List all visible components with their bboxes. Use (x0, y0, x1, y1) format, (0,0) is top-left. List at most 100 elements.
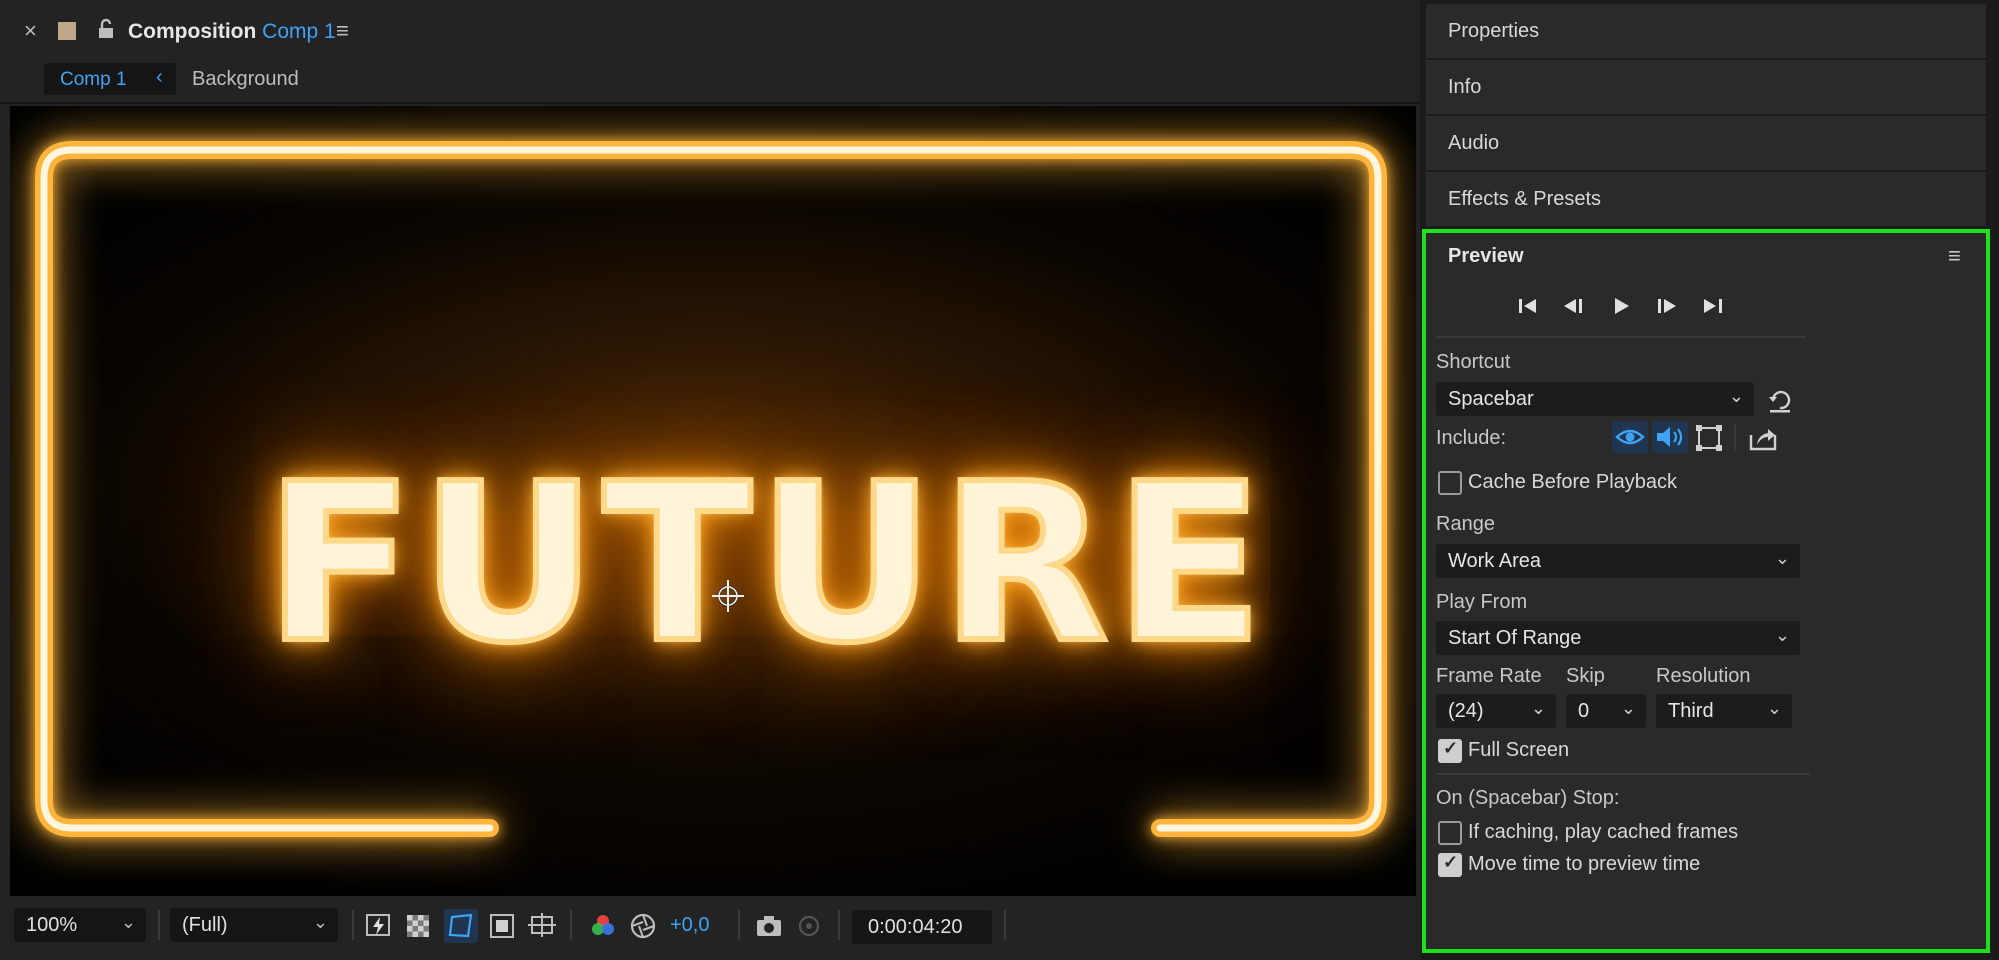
play-from-dropdown[interactable]: Start Of Range ⌄ (1436, 621, 1800, 655)
skip-dropdown[interactable]: 0 ⌄ (1566, 694, 1646, 728)
full-screen-checkbox[interactable]: ✓ (1438, 738, 1462, 763)
last-frame-icon[interactable] (1698, 293, 1728, 319)
toolbar-separator (352, 910, 354, 940)
chevron-down-icon: ⌄ (1774, 548, 1790, 568)
composition-name[interactable]: Comp 1 (262, 20, 336, 43)
preview-title: Preview (1448, 245, 1524, 267)
divider (0, 102, 1420, 104)
on-stop-label: On (Spacebar) Stop: (1436, 787, 1620, 809)
preview-panel: Preview ≡ Shortcut Spacebar ⌄ Include: C… (1422, 229, 1990, 953)
panel-title-prefix: Composition (128, 20, 257, 43)
composition-viewer[interactable]: FUTURE (10, 106, 1416, 896)
chevron-left-icon: ‹ (156, 66, 163, 88)
play-from-value: Start Of Range (1448, 627, 1582, 649)
panel-menu-icon[interactable]: ≡ (1948, 243, 1961, 269)
close-tab-icon[interactable]: × (24, 18, 37, 44)
move-time-label: Move time to preview time (1468, 853, 1701, 875)
shortcut-dropdown[interactable]: Spacebar ⌄ (1436, 382, 1754, 416)
chevron-down-icon: ⌄ (1620, 698, 1636, 718)
full-screen-label: Full Screen (1468, 739, 1570, 761)
play-icon[interactable] (1606, 293, 1636, 319)
play-from-label: Play From (1436, 591, 1528, 613)
export-preview-icon[interactable] (1748, 423, 1778, 453)
chevron-down-icon: ⌄ (120, 912, 136, 932)
color-channels-icon[interactable] (588, 911, 618, 941)
label-color-swatch[interactable] (58, 22, 76, 40)
anchor-point-icon[interactable] (710, 578, 746, 614)
include-overlays-icon[interactable] (1694, 423, 1724, 453)
range-label: Range (1436, 513, 1495, 535)
cache-before-playback-label: Cache Before Playback (1468, 471, 1678, 493)
divider (1436, 336, 1806, 338)
zoom-value: 100% (26, 914, 78, 936)
panel-tab-effects-presets[interactable]: Effects & Presets (1426, 172, 1986, 226)
grid-guides-icon[interactable] (528, 911, 558, 941)
resolution-value: (Full) (182, 914, 228, 936)
toolbar-separator (570, 910, 572, 940)
include-audio-speaker-icon[interactable] (1652, 421, 1688, 453)
panel-tab-audio[interactable]: Audio (1426, 116, 1986, 170)
resolution-select[interactable]: (Full) ⌄ (170, 908, 338, 942)
shortcut-value: Spacebar (1448, 388, 1534, 410)
checkmark-icon: ✓ (1443, 738, 1459, 758)
panel-tab-label: Effects & Presets (1448, 188, 1602, 210)
transparency-grid-icon[interactable] (404, 911, 434, 941)
show-snapshot-icon[interactable] (794, 911, 824, 941)
resolution-dropdown[interactable]: Third ⌄ (1656, 694, 1792, 728)
chevron-down-icon: ⌄ (1774, 625, 1790, 645)
toolbar-separator (158, 910, 160, 940)
chevron-down-icon: ⌄ (312, 912, 328, 932)
panel-tab-info[interactable]: Info (1426, 60, 1986, 114)
frame-rate-label: Frame Rate (1436, 665, 1542, 687)
breadcrumb-active-label: Comp 1 (60, 69, 127, 90)
timecode-display[interactable]: 0:00:04:20 (852, 910, 992, 944)
chevron-down-icon: ⌄ (1530, 698, 1546, 718)
exposure-value[interactable]: +0,0 (670, 914, 709, 937)
region-of-interest-icon[interactable] (488, 911, 518, 941)
neon-future-text: FUTURE (262, 438, 1270, 691)
if-caching-checkbox[interactable] (1438, 821, 1462, 845)
toolbar-separator (738, 910, 740, 940)
composition-header: × Composition Comp 1 ≡ (0, 0, 1420, 62)
frame-rate-value: (24) (1448, 700, 1484, 722)
divider (1436, 773, 1810, 775)
panel-tab-properties[interactable]: Properties (1426, 4, 1986, 58)
previous-frame-icon[interactable] (1560, 293, 1590, 319)
include-video-eye-icon[interactable] (1612, 421, 1648, 453)
frame-rate-dropdown[interactable]: (24) ⌄ (1436, 694, 1556, 728)
breadcrumb-comp-1[interactable]: Comp 1 ‹ (44, 63, 176, 95)
camera-snapshot-icon[interactable] (754, 911, 784, 941)
include-label: Include: (1436, 427, 1507, 449)
toolbar-separator (838, 910, 840, 940)
reset-shortcut-icon[interactable] (1766, 386, 1794, 414)
panel-tab-label: Properties (1448, 20, 1540, 42)
toolbar-separator (1004, 910, 1006, 940)
composition-panel: × Composition Comp 1 ≡ Comp 1 ‹ Backgrou… (0, 0, 1420, 960)
if-caching-label: If caching, play cached frames (1468, 821, 1739, 843)
chevron-down-icon: ⌄ (1766, 698, 1782, 718)
skip-value: 0 (1578, 700, 1590, 722)
breadcrumb-background[interactable]: Background (192, 68, 299, 91)
checkmark-icon: ✓ (1443, 852, 1459, 872)
next-frame-icon[interactable] (1652, 293, 1682, 319)
mask-path-visibility-icon[interactable] (444, 909, 478, 943)
panel-tab-label: Info (1448, 76, 1482, 98)
panel-menu-icon[interactable]: ≡ (336, 18, 349, 44)
divider (1734, 423, 1736, 451)
reset-exposure-icon[interactable] (628, 911, 658, 941)
skip-label: Skip (1566, 665, 1605, 687)
range-value: Work Area (1448, 550, 1541, 572)
resolution-label: Resolution (1656, 665, 1751, 687)
chevron-down-icon: ⌄ (1728, 386, 1744, 406)
panel-tab-label: Audio (1448, 132, 1500, 154)
move-time-checkbox[interactable]: ✓ (1438, 852, 1462, 877)
fast-previews-icon[interactable] (364, 911, 394, 941)
panel-title: Composition Comp 1 (128, 20, 336, 44)
range-dropdown[interactable]: Work Area ⌄ (1436, 544, 1800, 578)
first-frame-icon[interactable] (1514, 293, 1544, 319)
lock-icon[interactable] (96, 18, 116, 40)
shortcut-label: Shortcut (1436, 351, 1511, 373)
timecode-value: 0:00:04:20 (868, 916, 963, 938)
zoom-select[interactable]: 100% ⌄ (14, 908, 146, 942)
cache-before-playback-checkbox[interactable] (1438, 471, 1462, 495)
